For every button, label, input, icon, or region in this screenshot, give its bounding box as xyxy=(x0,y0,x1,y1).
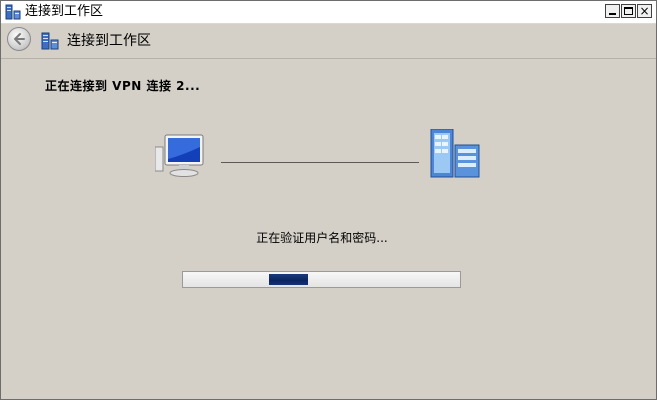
page-title: 连接到工作区 xyxy=(67,33,151,49)
connection-line xyxy=(221,162,419,163)
minimize-button[interactable] xyxy=(605,4,620,18)
progress-status-text: 正在验证用户名和密码... xyxy=(256,231,388,245)
server-icon xyxy=(430,129,480,178)
title-bar[interactable]: 连接到工作区 × xyxy=(1,1,656,24)
maximize-button[interactable] xyxy=(621,4,636,18)
progress-bar xyxy=(182,271,461,288)
connection-status-heading: 正在连接到 VPN 连接 2... xyxy=(45,79,201,93)
close-button[interactable]: × xyxy=(637,4,652,18)
connect-to-workplace-window: 连接到工作区 × 连接到工作区 正在连接到 VPN 连接 2... 正在验证用户… xyxy=(0,0,657,400)
window-controls: × xyxy=(605,4,652,20)
back-button[interactable] xyxy=(7,27,31,51)
network-workplace-icon xyxy=(5,4,21,20)
connection-status-panel: 正在连接到 VPN 连接 2... 正在验证用户名和密码... xyxy=(1,59,656,399)
navigation-bar: 连接到工作区 xyxy=(1,24,656,59)
window-title: 连接到工作区 xyxy=(25,4,104,19)
network-workplace-icon xyxy=(41,32,59,50)
back-arrow-icon xyxy=(14,33,25,45)
progress-bar-fill xyxy=(269,274,308,285)
computer-icon xyxy=(155,134,204,177)
